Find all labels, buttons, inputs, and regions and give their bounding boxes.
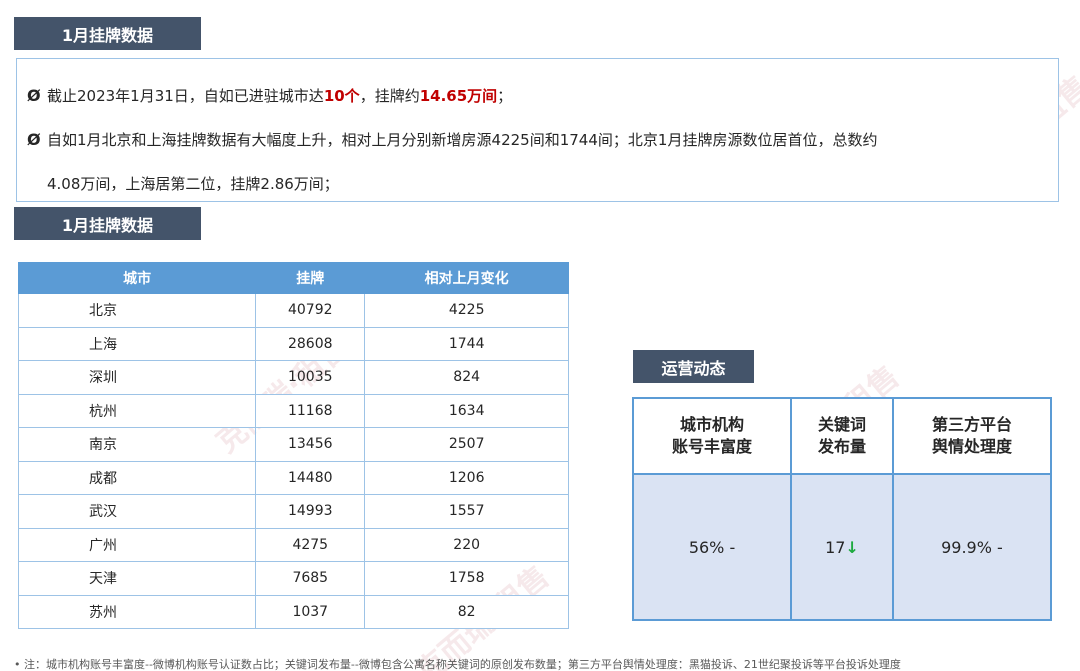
header-line: 账号丰富度	[672, 437, 753, 456]
cell-listings: 14480	[255, 460, 366, 495]
ops-value-account-richness: 56% -	[631, 473, 793, 621]
cell-change: 4225	[364, 293, 569, 328]
section-title-listings-table: 1月挂牌数据	[14, 207, 201, 240]
footnote: • 注：城市机构账号丰富度--微博机构账号认证数占比；关键词发布量--微博包含公…	[14, 658, 901, 671]
cell-change: 1206	[364, 460, 569, 495]
cell-listings: 40792	[255, 293, 366, 328]
cell-city: 南京	[17, 427, 257, 462]
table-row: 南京 13456 2507	[17, 427, 569, 462]
table-row: 上海 28608 1744	[17, 326, 569, 361]
cell-city: 深圳	[17, 360, 257, 395]
trend-flat-indicator: -	[997, 537, 1003, 557]
ops-header-row: 城市机构账号丰富度 关键词发布量 第三方平台舆情处理度	[631, 397, 1053, 475]
cell-listings: 14993	[255, 494, 366, 529]
section-title-operations: 运营动态	[633, 350, 754, 383]
cell-listings: 28608	[255, 326, 366, 361]
summary-text: 截止2023年1月31日，自如已进驻城市达	[47, 87, 324, 105]
header-line: 关键词	[817, 415, 866, 434]
cell-change: 1758	[364, 561, 569, 596]
trend-flat-indicator: -	[729, 537, 736, 557]
summary-text: ；	[497, 87, 513, 105]
ops-header-keyword-volume: 关键词 发布量	[790, 397, 894, 475]
cell-listings: 10035	[255, 360, 366, 395]
bullet-icon: Ø	[27, 130, 41, 149]
operations-table: 城市机构账号丰富度 关键词发布量 第三方平台舆情处理度 56% - 17↓ 99…	[631, 397, 1053, 621]
cell-city: 武汉	[17, 494, 257, 529]
bullet-icon: Ø	[27, 86, 41, 105]
cell-listings: 7685	[255, 561, 366, 596]
cell-city: 上海	[17, 326, 257, 361]
cell-city: 成都	[17, 460, 257, 495]
table-row: 杭州 11168 1634	[17, 393, 569, 428]
cell-change: 2507	[364, 427, 569, 462]
cell-city: 杭州	[17, 393, 257, 428]
table-row: 北京 40792 4225	[17, 293, 569, 328]
summary-bullet-1: Ø 截止2023年1月31日，自如已进驻城市达10个，挂牌约14.65万间；	[27, 85, 512, 106]
cell-city: 北京	[17, 293, 257, 328]
metric-value: 99.9%	[941, 537, 992, 557]
summary-text: ，挂牌约	[359, 87, 420, 105]
ops-header-sentiment-handling: 第三方平台舆情处理度	[891, 397, 1053, 475]
header-line: 发布量	[817, 437, 866, 456]
column-header-change: 相对上月变化	[364, 262, 569, 294]
table-row: 深圳 10035 824	[17, 360, 569, 395]
table-header-row: 城市 挂牌 相对上月变化	[17, 262, 569, 294]
cell-change: 1634	[364, 393, 569, 428]
header-line: 舆情处理度	[931, 437, 1012, 456]
cell-change: 220	[364, 527, 569, 562]
summary-box: Ø 截止2023年1月31日，自如已进驻城市达10个，挂牌约14.65万间； Ø自…	[16, 58, 1059, 202]
table-row: 武汉 14993 1557	[17, 494, 569, 529]
header-line: 第三方平台	[931, 415, 1012, 434]
cell-change: 1557	[364, 494, 569, 529]
cell-city: 苏州	[17, 594, 257, 629]
metric-value: 17	[825, 537, 846, 557]
cell-listings: 1037	[255, 594, 366, 629]
summary-text: 自如1月北京和上海挂牌数据有大幅度上升，相对上月分别新增房源4225间和1744…	[47, 131, 878, 149]
ops-value-sentiment-handling: 99.9% -	[891, 473, 1053, 621]
cell-change: 824	[364, 360, 569, 395]
cell-city: 广州	[17, 527, 257, 562]
table-row: 成都 14480 1206	[17, 460, 569, 495]
table-row: 广州 4275 220	[17, 527, 569, 562]
table-row: 苏州 1037 82	[17, 594, 569, 629]
column-header-city: 城市	[17, 262, 257, 294]
column-header-listings: 挂牌	[255, 262, 366, 294]
cell-change: 1744	[364, 326, 569, 361]
arrow-down-icon: ↓	[845, 537, 859, 557]
listings-table: 城市 挂牌 相对上月变化 北京 40792 4225 上海 28608 1744 深圳 1…	[17, 262, 569, 629]
summary-bullet-2: Ø 自如1月北京和上海挂牌数据有大幅度上升，相对上月分别新增房源4225间和174…	[27, 129, 877, 150]
highlight-listing-count: 14.65万间	[419, 87, 498, 105]
ops-value-keyword-volume: 17↓	[790, 473, 894, 621]
cell-listings: 4275	[255, 527, 366, 562]
highlight-city-count: 10个	[323, 87, 360, 105]
section-title-listings: 1月挂牌数据	[14, 17, 201, 50]
ops-value-row: 56% - 17↓ 99.9% -	[631, 473, 1053, 621]
summary-text-continued: 4.08万间，上海居第二位，挂牌2.86万间；	[47, 175, 339, 193]
metric-value: 56%	[688, 537, 725, 557]
cell-change: 82	[364, 594, 569, 629]
cell-city: 天津	[17, 561, 257, 596]
ops-header-account-richness: 城市机构 账号丰富度	[631, 397, 793, 475]
table-row: 天津 7685 1758	[17, 561, 569, 596]
cell-listings: 11168	[255, 393, 366, 428]
header-line: 城市机构	[680, 415, 745, 434]
cell-listings: 13456	[255, 427, 366, 462]
